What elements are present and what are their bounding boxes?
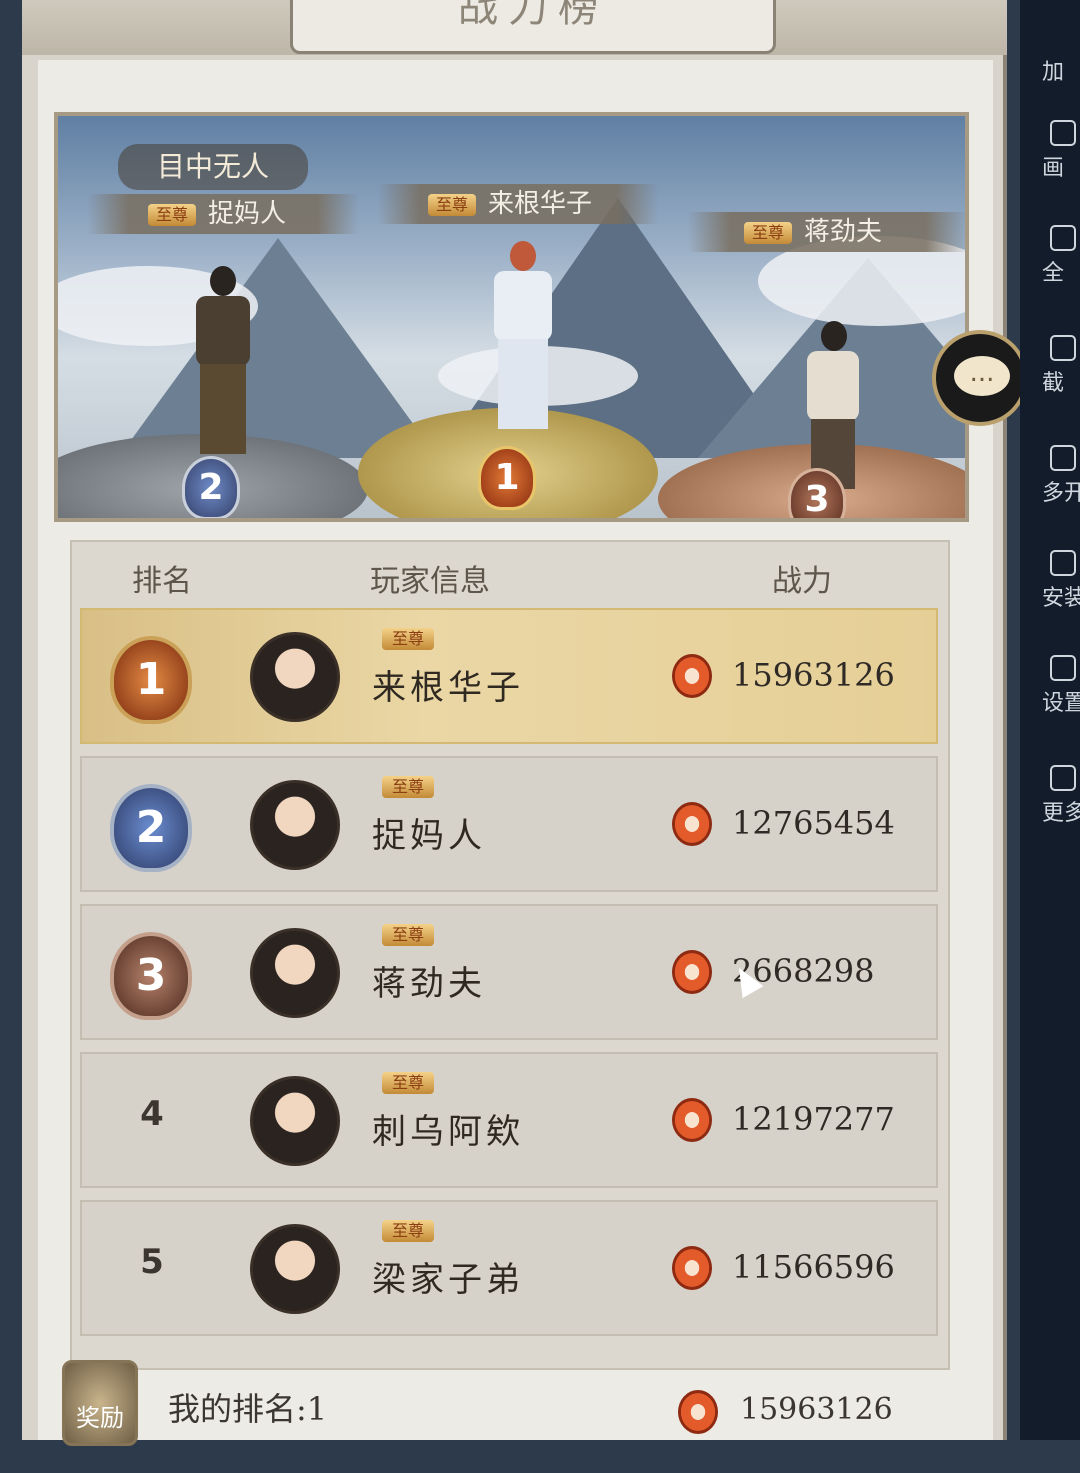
podium-nameplate-3: 至尊 蒋劲夫 <box>688 212 965 252</box>
sidebar-item-label: 安装 <box>1042 586 1080 611</box>
multi-window-icon <box>1050 445 1076 471</box>
chat-button[interactable]: ... <box>932 330 1028 426</box>
avatar[interactable] <box>250 632 340 722</box>
table-row[interactable]: 4 至尊 刺乌阿欸 12197277 <box>80 1052 938 1188</box>
character-head <box>510 241 536 271</box>
rank-medal-bronze: 3 <box>110 932 192 1020</box>
avatar[interactable] <box>250 1076 340 1166</box>
sidebar-item-label: 加 <box>1042 60 1065 85</box>
sidebar-item-label: 多开 <box>1042 481 1080 506</box>
avatar[interactable] <box>250 928 340 1018</box>
sidebar-item-label: 更多 <box>1042 801 1080 826</box>
title-tag: 至尊 <box>148 204 197 226</box>
podium-nameplate-1: 至尊 来根华子 <box>378 184 658 224</box>
header-power: 战力 <box>772 564 832 599</box>
title-tag: 至尊 <box>382 924 435 946</box>
character-legs <box>200 364 246 454</box>
player-name: 梁家子弟 <box>372 1260 524 1300</box>
podium-character-2[interactable] <box>178 266 268 456</box>
table-row[interactable]: 2 至尊 捉妈人 12765454 <box>80 756 938 892</box>
podium-character-1[interactable] <box>478 241 568 431</box>
avatar[interactable] <box>250 1224 340 1314</box>
rank-number: 4 <box>140 1094 164 1134</box>
emulator-sidebar: 加 画 全 截 多开 安装 设置 更多 <box>1020 0 1080 1440</box>
title-tag: 至尊 <box>744 222 793 244</box>
rank-number: 5 <box>140 1242 164 1282</box>
rank-medal-gold: 1 <box>110 636 192 724</box>
my-rank-footer: 奖励 我的排名:1 15963126 <box>38 1340 978 1446</box>
ranking-table: 排名 玩家信息 战力 1 至尊 来根华子 15963126 2 至尊 捉妈人 1… <box>70 540 950 1370</box>
podium-nameplate-2: 至尊 捉妈人 <box>88 194 358 234</box>
podium-name: 捉妈人 <box>208 199 287 229</box>
reward-button[interactable]: 奖励 <box>62 1360 138 1446</box>
player-name: 刺乌阿欸 <box>372 1112 524 1152</box>
sidebar-item-screenshot[interactable]: 截 <box>1020 335 1080 397</box>
sidebar-item-settings[interactable]: 设置 <box>1020 655 1080 717</box>
leaderboard-panel: 战力榜 目中无人 至尊 捉妈人 至尊 来根华子 至尊 蒋劲夫 2 1 3 排名 … <box>22 0 1007 1446</box>
apk-icon <box>1050 550 1076 576</box>
character-torso <box>807 351 859 421</box>
power-value: 12765454 <box>732 804 895 842</box>
page-title: 战力榜 <box>458 0 608 31</box>
player-name: 捉妈人 <box>372 816 486 856</box>
sidebar-item-install[interactable]: 安装 <box>1020 550 1080 612</box>
power-icon <box>672 950 712 994</box>
podium-rank-badge-2: 2 <box>182 456 240 518</box>
character-torso <box>494 271 552 341</box>
title-logo: 目中无人 <box>118 144 308 190</box>
gear-icon <box>1050 655 1076 681</box>
sidebar-item-add[interactable]: 加 <box>1020 50 1080 86</box>
table-row[interactable]: 1 至尊 来根华子 15963126 <box>80 608 938 744</box>
character-legs <box>498 339 548 429</box>
sidebar-item-multi-instance[interactable]: 多开 <box>1020 445 1080 507</box>
podium-character-3[interactable] <box>793 321 873 491</box>
table-row[interactable]: 3 至尊 蒋劲夫 2668298 <box>80 904 938 1040</box>
more-icon <box>1050 765 1076 791</box>
table-row[interactable]: 5 至尊 梁家子弟 11566596 <box>80 1200 938 1336</box>
podium-name: 来根华子 <box>488 189 593 219</box>
character-torso <box>196 296 250 366</box>
character-head <box>210 266 236 296</box>
my-rank-text: 我的排名:1 <box>168 1390 328 1428</box>
my-power-value: 15963126 <box>740 1392 893 1427</box>
sidebar-item-label: 设置 <box>1042 691 1080 716</box>
power-icon <box>678 1390 718 1434</box>
title-tag: 至尊 <box>382 628 435 650</box>
power-icon <box>672 1246 712 1290</box>
sidebar-item-label: 截 <box>1042 371 1065 396</box>
title-tag: 至尊 <box>382 1072 435 1094</box>
player-name: 蒋劲夫 <box>372 964 486 1004</box>
sidebar-item-fullscreen[interactable]: 全 <box>1020 225 1080 287</box>
power-icon <box>672 802 712 846</box>
table-header: 排名 玩家信息 战力 <box>72 542 948 602</box>
title-tag: 至尊 <box>428 194 477 216</box>
avatar[interactable] <box>250 780 340 870</box>
power-icon <box>672 1098 712 1142</box>
header-rank: 排名 <box>132 564 192 599</box>
sidebar-item-more[interactable]: 更多 <box>1020 765 1080 827</box>
screen-icon <box>1050 120 1076 146</box>
header-player-info: 玩家信息 <box>370 564 490 599</box>
sidebar-item-label: 画 <box>1042 156 1065 181</box>
power-value: 15963126 <box>732 656 895 694</box>
sidebar-item-label: 全 <box>1042 261 1065 286</box>
chat-bubble-icon: ... <box>954 356 1010 396</box>
power-icon <box>672 654 712 698</box>
podium-banner: 目中无人 至尊 捉妈人 至尊 来根华子 至尊 蒋劲夫 2 1 3 <box>54 112 969 522</box>
title-tag: 至尊 <box>382 776 435 798</box>
character-head <box>821 321 847 351</box>
player-name: 来根华子 <box>372 668 524 708</box>
title-bar: 战力榜 <box>22 0 1007 55</box>
fullscreen-icon <box>1050 225 1076 251</box>
scissors-icon <box>1050 335 1076 361</box>
sidebar-item-paint[interactable]: 画 <box>1020 120 1080 182</box>
content-area: 目中无人 至尊 捉妈人 至尊 来根华子 至尊 蒋劲夫 2 1 3 排名 玩家信息… <box>38 60 993 1440</box>
power-value: 11566596 <box>732 1248 895 1286</box>
podium-rank-badge-1: 1 <box>478 446 536 510</box>
podium-name: 蒋劲夫 <box>804 217 883 247</box>
title-plate: 战力榜 <box>290 0 776 54</box>
title-tag: 至尊 <box>382 1220 435 1242</box>
power-value: 12197277 <box>732 1100 895 1138</box>
rank-medal-silver: 2 <box>110 784 192 872</box>
